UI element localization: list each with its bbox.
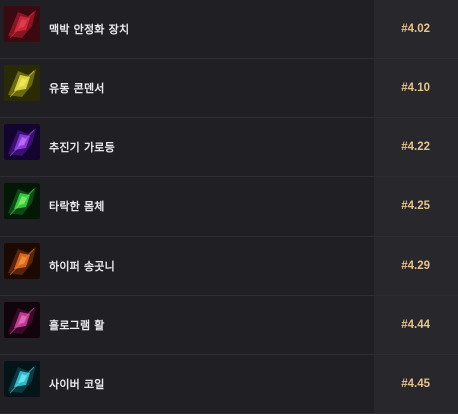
item-info-cell: 하이퍼 송곳니	[0, 236, 374, 295]
cyber-coil-icon	[4, 360, 40, 397]
list-item[interactable]: 유동 콘덴서 #4.10	[0, 59, 458, 119]
item-info-cell: 홀로그램 활	[0, 295, 374, 354]
item-info-cell: 추진기 가로등	[0, 118, 374, 177]
item-rank: #4.44	[401, 318, 430, 331]
list-item[interactable]: 타락한 몸체 #4.25	[0, 177, 458, 237]
item-name: 하이퍼 송곳니	[49, 259, 115, 273]
rank-cell: #4.22	[374, 118, 458, 177]
item-rank: #4.29	[401, 259, 430, 272]
item-name: 홀로그램 활	[49, 318, 105, 332]
item-rank: #4.25	[401, 200, 430, 213]
thruster-lamp-icon	[4, 124, 40, 161]
hologram-bow-icon	[4, 301, 40, 338]
item-name: 사이버 코일	[49, 377, 105, 391]
item-info-cell: 타락한 몸체	[0, 177, 374, 236]
item-name: 타락한 몸체	[49, 200, 105, 214]
hyper-fang-icon	[4, 242, 40, 279]
item-name: 유동 콘덴서	[49, 82, 105, 96]
item-info-cell: 사이버 코일	[0, 354, 374, 413]
list-item[interactable]: 추진기 가로등 #4.22	[0, 118, 458, 178]
list-item[interactable]: 하이퍼 송곳니 #4.29	[0, 236, 458, 296]
item-ranking-list: 맥박 안정화 장치 #4.02 유동 콘덴서 #4.10 추진기 가로등 #4.22 타락한…	[0, 0, 458, 414]
corrupted-body-icon	[4, 183, 40, 220]
item-info-cell: 맥박 안정화 장치	[0, 0, 374, 59]
rank-cell: #4.25	[374, 177, 458, 236]
list-item[interactable]: 홀로그램 활 #4.44	[0, 295, 458, 355]
pulse-stabilizer-icon	[4, 6, 40, 42]
rank-cell: #4.29	[374, 236, 458, 295]
item-rank: #4.10	[401, 82, 430, 95]
list-item[interactable]: 사이버 코일 #4.45	[0, 354, 458, 414]
list-item[interactable]: 맥박 안정화 장치 #4.02	[0, 0, 458, 60]
item-name: 추진기 가로등	[49, 141, 115, 155]
item-rank: #4.22	[401, 141, 430, 154]
rank-cell: #4.45	[374, 354, 458, 413]
item-info-cell: 유동 콘덴서	[0, 59, 374, 118]
item-rank: #4.02	[401, 23, 430, 36]
rank-cell: #4.44	[374, 295, 458, 354]
rank-cell: #4.02	[374, 0, 458, 59]
rank-cell: #4.10	[374, 59, 458, 118]
item-rank: #4.45	[401, 377, 430, 390]
fluid-condenser-icon	[4, 65, 40, 102]
item-name: 맥박 안정화 장치	[49, 23, 130, 37]
